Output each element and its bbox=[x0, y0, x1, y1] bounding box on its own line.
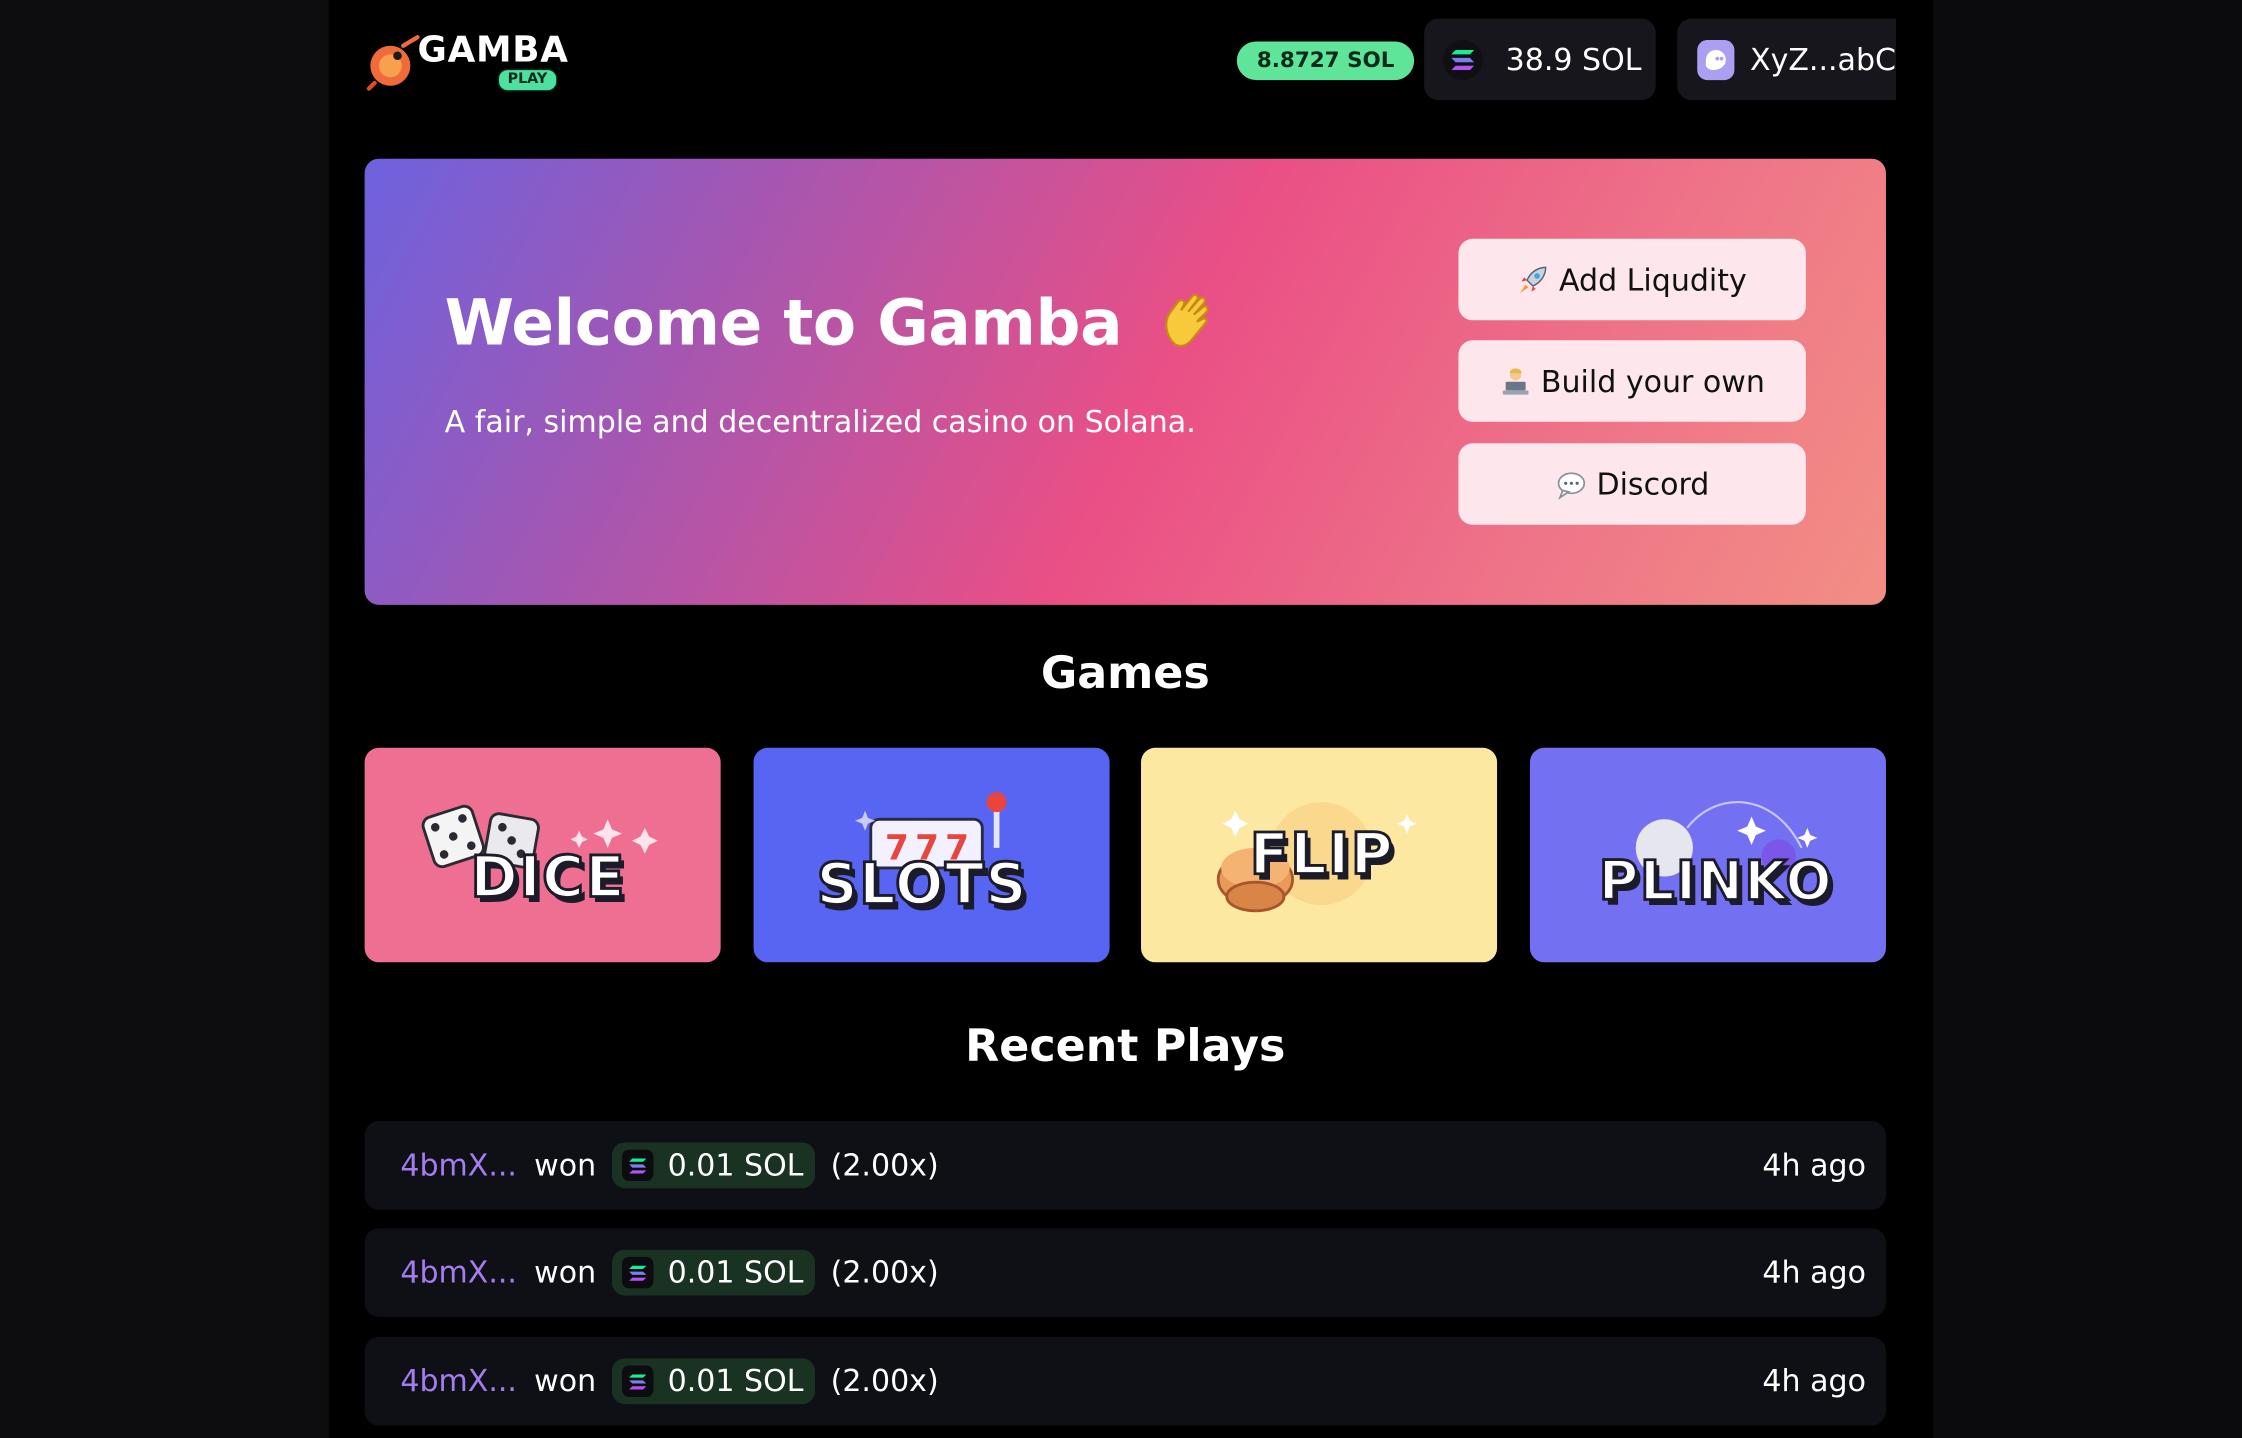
logo-text: GAMBA bbox=[417, 28, 569, 71]
hero-subtitle: A fair, simple and decentralized casino … bbox=[444, 404, 1196, 439]
left-gutter bbox=[0, 0, 329, 1438]
solana-icon bbox=[1442, 39, 1483, 80]
right-gutter bbox=[1933, 0, 2242, 1438]
phantom-ghost-icon bbox=[1697, 39, 1735, 80]
amount-text: 0.01 SOL bbox=[667, 1364, 804, 1399]
discord-button[interactable]: Discord bbox=[1458, 443, 1806, 525]
logo-play-badge: PLAY bbox=[497, 68, 558, 92]
gamba-logo[interactable]: GAMBA PLAY bbox=[366, 28, 569, 95]
build-your-own-button[interactable]: Build your own bbox=[1458, 340, 1806, 422]
welcome-banner: Welcome to Gamba A fair, simple and dece… bbox=[364, 158, 1886, 605]
solana-icon bbox=[621, 1365, 654, 1397]
top-bar: GAMBA PLAY 8.8727 SOL 38.9 SOL XyZ...abC bbox=[328, 0, 1896, 121]
multiplier-text: (2.00x) bbox=[830, 1364, 939, 1399]
wallet-address-button[interactable]: XyZ...abC bbox=[1677, 18, 1896, 101]
amount-badge: 0.01 SOL bbox=[611, 1142, 815, 1189]
recent-play-row[interactable]: 4bmX... won 0.01 SOL (2.00x) 4h ago bbox=[364, 1336, 1886, 1426]
game-card-slots[interactable]: 7 7 7 SLOTS bbox=[753, 747, 1110, 963]
add-liquidity-label: Add Liqudity bbox=[1559, 262, 1747, 297]
waving-hand-icon bbox=[1165, 293, 1209, 347]
recent-plays-heading: Recent Plays bbox=[965, 1020, 1286, 1073]
amount-badge: 0.01 SOL bbox=[611, 1249, 815, 1296]
page: GAMBA PLAY 8.8727 SOL 38.9 SOL XyZ...abC… bbox=[0, 0, 2242, 1438]
player-address[interactable]: 4bmX... bbox=[400, 1364, 517, 1398]
pool-balance-badge: 8.8727 SOL bbox=[1236, 41, 1415, 81]
wallet-balance-button[interactable]: 38.9 SOL bbox=[1424, 18, 1656, 101]
amount-text: 0.01 SOL bbox=[667, 1255, 804, 1290]
time-ago: 4h ago bbox=[1762, 1148, 1866, 1183]
discord-label: Discord bbox=[1596, 466, 1710, 502]
result-verb: won bbox=[534, 1364, 597, 1399]
solana-icon bbox=[621, 1149, 654, 1182]
game-card-flip[interactable]: FLIP bbox=[1141, 747, 1498, 963]
hero-title: Welcome to Gamba bbox=[445, 287, 1224, 360]
game-card-plinko[interactable]: PLINKO bbox=[1529, 747, 1886, 963]
flip-label: FLIP bbox=[1248, 821, 1395, 890]
multiplier-text: (2.00x) bbox=[830, 1148, 939, 1183]
recent-play-row[interactable]: 4bmX... won 0.01 SOL (2.00x) 4h ago bbox=[364, 1121, 1886, 1210]
result-verb: won bbox=[534, 1148, 597, 1183]
time-ago: 4h ago bbox=[1762, 1255, 1866, 1290]
plinko-label: PLINKO bbox=[1597, 848, 1834, 914]
technologist-icon bbox=[1499, 365, 1530, 396]
multiplier-text: (2.00x) bbox=[830, 1255, 939, 1290]
hover-tab bbox=[1452, 976, 1570, 1006]
games-heading: Games bbox=[1040, 647, 1210, 700]
wallet-address-text: XyZ...abC bbox=[1750, 42, 1896, 77]
amount-badge: 0.01 SOL bbox=[611, 1358, 815, 1405]
speech-bubble-icon bbox=[1555, 468, 1586, 500]
add-liquidity-button[interactable]: Add Liqudity bbox=[1458, 238, 1806, 321]
rocket-icon bbox=[1518, 264, 1549, 295]
hero-title-text: Welcome to Gamba bbox=[444, 287, 1123, 361]
wallet-balance-text: 38.9 SOL bbox=[1505, 42, 1642, 77]
player-address[interactable]: 4bmX... bbox=[400, 1255, 517, 1289]
time-ago: 4h ago bbox=[1762, 1364, 1866, 1399]
shrimp-icon bbox=[366, 35, 420, 91]
build-your-own-label: Build your own bbox=[1540, 363, 1765, 399]
player-address[interactable]: 4bmX... bbox=[400, 1148, 517, 1182]
amount-text: 0.01 SOL bbox=[667, 1148, 804, 1183]
slots-label: SLOTS bbox=[815, 851, 1029, 920]
dice-label: DICE bbox=[469, 844, 626, 913]
recent-play-row[interactable]: 4bmX... won 0.01 SOL (2.00x) 4h ago bbox=[364, 1228, 1886, 1317]
solana-icon bbox=[621, 1256, 654, 1289]
result-verb: won bbox=[534, 1255, 597, 1290]
game-card-dice[interactable]: DICE bbox=[364, 747, 721, 963]
